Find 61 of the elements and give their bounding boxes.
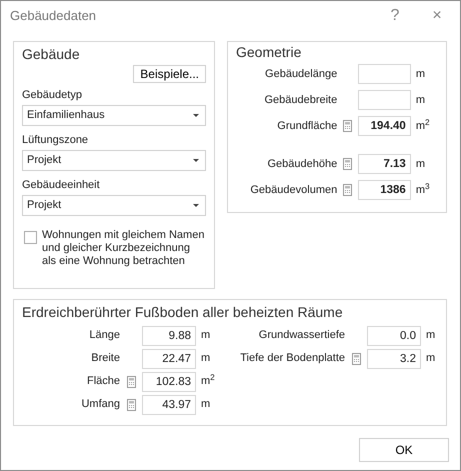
input-field[interactable]: 194.40 <box>358 116 411 136</box>
unit-label: m$^{2}$ <box>414 118 431 134</box>
window-title: Gebäudedaten <box>10 7 98 26</box>
calculator-icon[interactable] <box>126 398 136 410</box>
calculator-icon[interactable] <box>352 352 360 364</box>
input-field[interactable]: 3.2 <box>367 348 421 368</box>
field-label: Grundfläche <box>276 118 338 134</box>
input-field[interactable] <box>358 64 411 84</box>
field-label: Grundwassertiefe <box>258 328 345 344</box>
field-label: Umfang <box>80 397 120 412</box>
unit-label: m$^{3}$ <box>414 182 431 198</box>
input-field[interactable]: 43.97 <box>142 394 196 414</box>
field-label: Gebäudehöhe <box>266 156 338 172</box>
ok-button[interactable]: OK <box>359 438 449 462</box>
input-field[interactable]: 1386 <box>358 180 411 200</box>
field-label: Tiefe der Bodenplatte <box>239 351 345 366</box>
field-label: Breite <box>90 351 120 366</box>
unit-label: m <box>414 92 426 108</box>
checkbox-label: Wohnungen mit gleichem Namen und gleicher Kurzbezeichnung als eine Wohnung betrachten <box>42 229 206 268</box>
caret-icon <box>193 204 199 207</box>
dropdown[interactable]: Projekt <box>22 150 206 171</box>
caret-icon <box>193 114 199 117</box>
dropdown-value: Projekt <box>27 198 62 214</box>
unit-label: m <box>200 397 212 412</box>
field-label: Länge <box>88 328 120 344</box>
caret-icon <box>193 159 199 162</box>
panel-title: Erdreichberührter Fußboden aller beheizten Räume <box>22 304 344 321</box>
examples-button[interactable]: Beispiele... <box>133 65 206 83</box>
unit-label: m <box>200 351 212 366</box>
field-label: Gebäudebreite <box>263 92 338 108</box>
dropdown-label: Lüftungszone <box>22 133 90 148</box>
dropdown-label: Gebäudetyp <box>22 88 83 103</box>
checkbox[interactable] <box>24 231 37 244</box>
input-field[interactable]: 0.0 <box>367 326 421 346</box>
input-field[interactable] <box>358 90 411 110</box>
panel-title: Gebäude <box>22 46 81 63</box>
unit-label: m$^{2}$ <box>200 373 216 390</box>
panel-title: Geometrie <box>236 44 302 61</box>
calculator-icon[interactable] <box>343 184 352 196</box>
input-field[interactable]: 9.88 <box>142 326 196 346</box>
dropdown[interactable]: Einfamilienhaus <box>22 105 206 126</box>
calculator-icon[interactable] <box>126 376 136 388</box>
calculator-icon[interactable] <box>343 120 352 132</box>
calculator-icon[interactable] <box>343 158 352 170</box>
unit-label: m <box>425 351 436 366</box>
close-button[interactable]: × <box>418 3 456 29</box>
field-label: Gebäudevolumen <box>249 182 338 198</box>
dropdown-value: Projekt <box>27 153 62 168</box>
unit-label: m <box>200 328 212 344</box>
dropdown-value: Einfamilienhaus <box>27 108 105 124</box>
dropdown[interactable]: Projekt <box>22 195 206 216</box>
input-field[interactable]: 102.83 <box>142 372 196 392</box>
unit-label: m <box>425 328 436 344</box>
unit-label: m <box>414 66 426 82</box>
dropdown-label: Gebäudeeinheit <box>22 178 101 193</box>
input-field[interactable]: 7.13 <box>358 154 411 174</box>
help-button[interactable]: ? <box>376 3 414 29</box>
input-field[interactable]: 22.47 <box>142 348 196 368</box>
unit-label: m <box>414 156 426 172</box>
field-label: Gebäudelänge <box>264 66 338 82</box>
field-label: Fläche <box>86 374 120 390</box>
